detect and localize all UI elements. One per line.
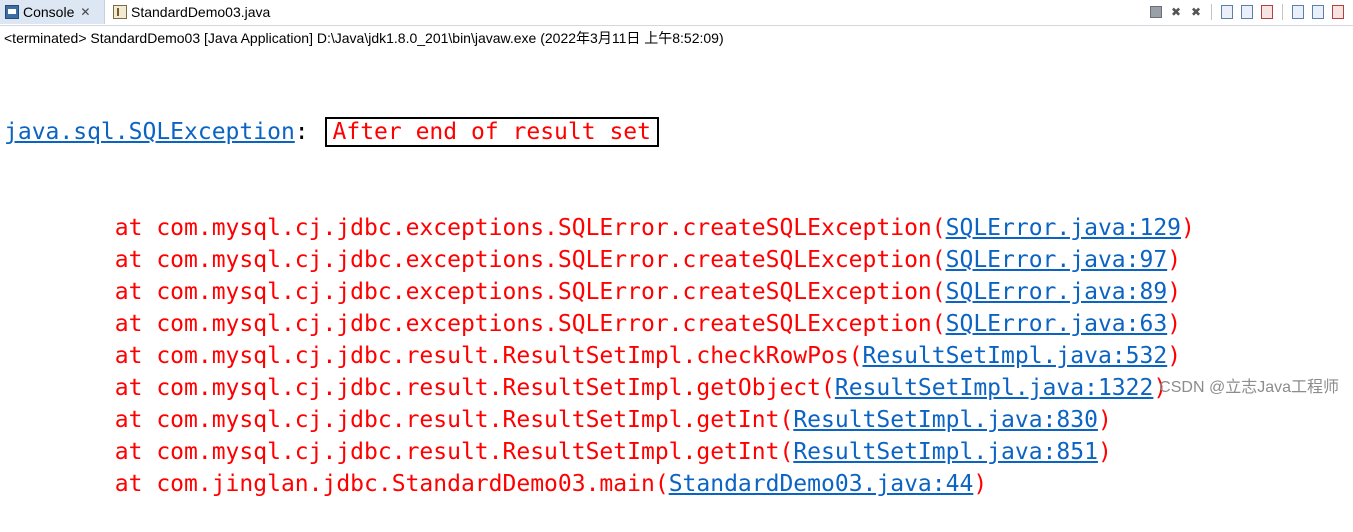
source-location-link[interactable]: SQLError.java:89 <box>946 279 1168 305</box>
console-output[interactable]: java.sql.SQLException: After end of resu… <box>4 52 1344 532</box>
remove-all-icon[interactable]: ✖ <box>1187 3 1205 21</box>
stack-frame-text: at com.mysql.cj.jdbc.result.ResultSetImp… <box>4 439 780 465</box>
toolbar-separator <box>1282 4 1283 20</box>
exception-type-link[interactable]: java.sql.SQLException <box>4 119 295 145</box>
tab-console[interactable]: Console ✕ <box>0 0 105 24</box>
stack-frame-text: at com.jinglan.jdbc.StandardDemo03.main <box>4 471 655 497</box>
pin-console-icon[interactable] <box>1289 3 1307 21</box>
exception-message: After end of result set <box>324 117 659 147</box>
show-stdout-icon[interactable] <box>1238 3 1256 21</box>
scroll-lock-icon[interactable] <box>1218 3 1236 21</box>
tab-editor-label: StandardDemo03.java <box>131 4 271 20</box>
console-toolbar: ✖ ✖ <box>1147 2 1347 22</box>
stack-trace-line: at com.jinglan.jdbc.StandardDemo03.main(… <box>4 471 988 497</box>
close-icon[interactable]: ✕ <box>80 5 90 19</box>
view-tab-bar: Console ✕ StandardDemo03.java ✖ ✖ <box>0 0 1353 26</box>
stack-frame-text: at com.mysql.cj.jdbc.exceptions.SQLError… <box>4 247 932 273</box>
stack-frame-text: at com.mysql.cj.jdbc.result.ResultSetImp… <box>4 343 849 369</box>
exception-separator: : <box>294 119 323 145</box>
stack-trace-line: at com.mysql.cj.jdbc.exceptions.SQLError… <box>4 215 1195 241</box>
show-stderr-icon[interactable] <box>1258 3 1276 21</box>
stack-trace-line: at com.mysql.cj.jdbc.exceptions.SQLError… <box>4 279 1182 305</box>
stack-trace-line: at com.mysql.cj.jdbc.exceptions.SQLError… <box>4 311 1182 337</box>
source-location-link[interactable]: ResultSetImpl.java:851 <box>793 439 1098 465</box>
source-location-link[interactable]: StandardDemo03.java:44 <box>669 471 974 497</box>
stack-trace-line: at com.mysql.cj.jdbc.result.ResultSetImp… <box>4 375 1168 401</box>
stack-frame-text: at com.mysql.cj.jdbc.result.ResultSetImp… <box>4 407 780 433</box>
source-location-link[interactable]: SQLError.java:97 <box>946 247 1168 273</box>
console-icon <box>5 5 19 19</box>
terminate-icon[interactable] <box>1147 3 1165 21</box>
tab-console-label: Console <box>23 4 75 20</box>
stack-trace: at com.mysql.cj.jdbc.exceptions.SQLError… <box>4 212 1344 500</box>
stack-trace-line: at com.mysql.cj.jdbc.exceptions.SQLError… <box>4 247 1182 273</box>
java-file-icon <box>113 5 127 19</box>
stack-trace-line: at com.mysql.cj.jdbc.result.ResultSetImp… <box>4 439 1112 465</box>
remove-launch-icon[interactable]: ✖ <box>1167 3 1185 21</box>
tab-editor-file[interactable]: StandardDemo03.java <box>108 0 298 24</box>
stack-frame-text: at com.mysql.cj.jdbc.exceptions.SQLError… <box>4 311 932 337</box>
stack-trace-line: at com.mysql.cj.jdbc.result.ResultSetImp… <box>4 343 1182 369</box>
source-location-link[interactable]: SQLError.java:63 <box>946 311 1168 337</box>
watermark: CSDN @立志Java工程师 <box>1159 379 1339 396</box>
source-location-link[interactable]: SQLError.java:129 <box>946 215 1181 241</box>
source-location-link[interactable]: ResultSetImpl.java:830 <box>793 407 1098 433</box>
launch-status-line: <terminated> StandardDemo03 [Java Applic… <box>4 30 724 46</box>
display-selected-console-icon[interactable] <box>1309 3 1327 21</box>
stack-frame-text: at com.mysql.cj.jdbc.result.ResultSetImp… <box>4 375 821 401</box>
source-location-link[interactable]: ResultSetImpl.java:1322 <box>835 375 1154 401</box>
stack-trace-line: at com.mysql.cj.jdbc.result.ResultSetImp… <box>4 407 1112 433</box>
open-console-icon[interactable] <box>1329 3 1347 21</box>
source-location-link[interactable]: ResultSetImpl.java:532 <box>863 343 1168 369</box>
exception-line: java.sql.SQLException: After end of resu… <box>4 116 1344 148</box>
stack-frame-text: at com.mysql.cj.jdbc.exceptions.SQLError… <box>4 279 932 305</box>
toolbar-separator <box>1211 4 1212 20</box>
stack-frame-text: at com.mysql.cj.jdbc.exceptions.SQLError… <box>4 215 932 241</box>
